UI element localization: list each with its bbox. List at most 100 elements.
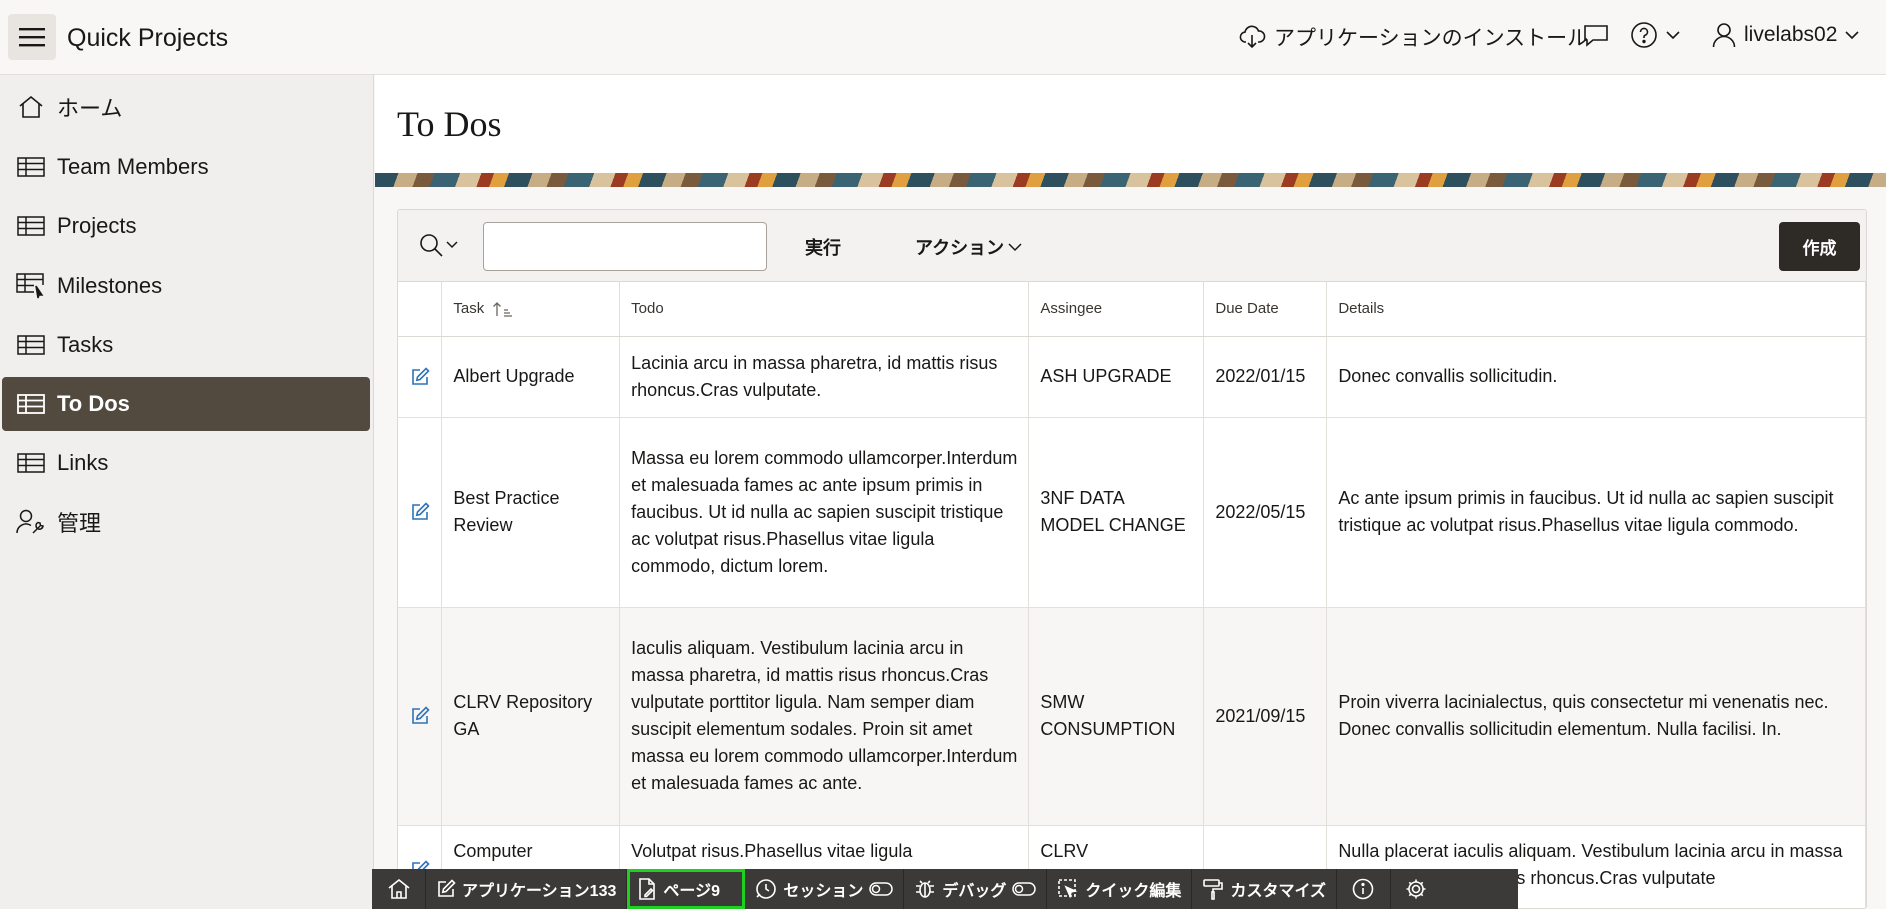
search-icon	[420, 234, 443, 257]
table-icon	[16, 214, 46, 238]
chevron-down-icon	[446, 241, 458, 249]
session-icon	[756, 879, 777, 899]
menu-toggle-button[interactable]	[8, 14, 56, 60]
dev-debug-label: デバッグ	[942, 883, 1007, 900]
decorative-banner	[375, 173, 1886, 187]
table-icon	[16, 155, 46, 179]
sidebar-item-label: 管理	[57, 511, 102, 536]
edit-icon[interactable]	[410, 502, 430, 522]
go-button[interactable]: 実行	[805, 234, 841, 260]
todo-cell: Lacinia arcu in massa pharetra, id matti…	[619, 336, 1030, 418]
dev-home-button[interactable]	[372, 869, 426, 909]
user-menu-button[interactable]: livelabs02	[1712, 22, 1859, 48]
info-icon	[1353, 878, 1374, 900]
sidebar-nav: ホーム Team Members Projects Milestones Tas…	[0, 75, 374, 909]
help-menu-button[interactable]	[1630, 21, 1680, 49]
details-cell: Proin viverra lacinialectus, quis consec…	[1326, 607, 1866, 826]
main-content: To Dos 実行 アクション 作成 Task Todo Assingee Du…	[375, 75, 1886, 909]
interactive-report: 実行 アクション 作成 Task Todo Assingee Due Date …	[397, 209, 1867, 909]
report-toolbar: 実行 アクション 作成	[398, 210, 1866, 282]
edit-icon[interactable]	[410, 366, 430, 387]
table-row: Best Practice Review Massa eu lorem comm…	[398, 417, 1866, 608]
sort-ascending-icon	[492, 301, 514, 317]
hamburger-icon	[19, 28, 45, 47]
table-header-row: Task Todo Assingee Due Date Details	[398, 282, 1866, 337]
edit-cell[interactable]	[398, 417, 443, 608]
sidebar-item-label: Milestones	[57, 273, 163, 298]
sidebar-item-label: To Dos	[57, 391, 130, 416]
bug-icon	[916, 880, 935, 898]
sidebar-item-tasks[interactable]: Tasks	[2, 318, 370, 372]
column-header-edit	[398, 282, 443, 337]
developer-toolbar: アプリケーション133 ページ9 セッション デバッグ クイック編集 カスタマイ…	[372, 869, 1518, 909]
table-icon	[16, 333, 46, 357]
edit-cell[interactable]	[398, 336, 443, 418]
assignee-cell: ASH UPGRADE	[1028, 336, 1205, 418]
sidebar-item-label: Team Members	[57, 154, 209, 179]
chat-icon	[1584, 25, 1608, 47]
assignee-cell: SMW CONSUMPTION	[1028, 607, 1205, 826]
table-row: Albert Upgrade Lacinia arcu in massa pha…	[398, 336, 1866, 418]
column-header-assignee[interactable]: Assingee	[1028, 282, 1205, 337]
user-name: livelabs02	[1744, 23, 1838, 46]
column-header-details[interactable]: Details	[1326, 282, 1866, 337]
sidebar-item-links[interactable]: Links	[2, 436, 370, 490]
column-header-task[interactable]: Task	[441, 282, 621, 337]
sidebar-item-home[interactable]: ホーム	[2, 80, 370, 134]
sidebar-item-team-members[interactable]: Team Members	[2, 140, 370, 194]
todo-cell: Iaculis aliquam. Vestibulum lacinia arcu…	[619, 607, 1030, 826]
task-cell: CLRV Repository GA	[441, 607, 621, 826]
sidebar-item-label: Projects	[57, 213, 137, 238]
actions-label: アクション	[915, 238, 1005, 258]
edit-icon	[438, 879, 456, 897]
dev-settings-button[interactable]	[1391, 869, 1441, 909]
dev-debug-button[interactable]: デバッグ	[904, 869, 1048, 909]
chevron-down-icon	[1008, 243, 1022, 252]
dev-quick-edit-button[interactable]: クイック編集	[1047, 869, 1193, 909]
cloud-download-icon	[1239, 25, 1266, 49]
actions-menu-button[interactable]: アクション	[915, 234, 1022, 260]
table-row: CLRV Repository GA Iaculis aliquam. Vest…	[398, 607, 1866, 826]
feedback-button[interactable]	[1582, 23, 1610, 47]
search-input[interactable]	[483, 222, 767, 271]
sidebar-item-label: ホーム	[57, 96, 123, 121]
column-header-todo[interactable]: Todo	[619, 282, 1030, 337]
sidebar-item-milestones[interactable]: Milestones	[2, 259, 370, 313]
todo-cell: Massa eu lorem commodo ullamcorper.Inter…	[619, 417, 1030, 608]
table-icon	[16, 451, 46, 475]
paint-roller-icon	[1203, 879, 1224, 900]
sidebar-item-to-dos[interactable]: To Dos	[2, 377, 370, 431]
home-icon	[16, 95, 46, 119]
dev-quick-edit-label: クイック編集	[1085, 883, 1182, 900]
dev-session-button[interactable]: セッション	[745, 869, 905, 909]
app-title[interactable]: Quick Projects	[67, 24, 228, 53]
install-app-label: アプリケーションのインストール	[1274, 27, 1589, 50]
create-button[interactable]: 作成	[1779, 222, 1860, 271]
due-date-cell: 2022/05/15	[1203, 417, 1328, 608]
column-header-due-date[interactable]: Due Date	[1203, 282, 1328, 337]
help-icon	[1631, 22, 1657, 48]
sidebar-item-label: Tasks	[57, 332, 114, 357]
cursor-select-icon	[1058, 879, 1078, 899]
search-column-selector[interactable]	[418, 232, 458, 258]
dev-customize-button[interactable]: カスタマイズ	[1192, 869, 1337, 909]
edit-cell[interactable]	[398, 607, 443, 826]
install-app-button[interactable]: アプリケーションのインストール	[1238, 22, 1588, 52]
home-icon	[388, 878, 409, 899]
page-title: To Dos	[397, 104, 502, 144]
dev-info-button[interactable]	[1337, 869, 1391, 909]
dev-page-button[interactable]: ページ9	[627, 869, 746, 909]
page-edit-icon	[639, 878, 656, 900]
assignee-cell: 3NF DATA MODEL CHANGE	[1028, 417, 1205, 608]
sidebar-item-projects[interactable]: Projects	[2, 199, 370, 253]
report-table: Task Todo Assingee Due Date Details Albe…	[398, 282, 1866, 908]
details-cell: Donec convallis sollicitudin.	[1326, 336, 1866, 418]
dev-page-label: ページ9	[663, 883, 720, 900]
edit-icon[interactable]	[410, 706, 430, 726]
admin-icon	[16, 509, 46, 534]
dev-application-button[interactable]: アプリケーション133	[426, 869, 628, 909]
sidebar-item-admin[interactable]: 管理	[2, 495, 370, 549]
gear-icon	[1406, 879, 1426, 899]
task-cell: Best Practice Review	[441, 417, 621, 608]
due-date-cell: 2022/01/15	[1203, 336, 1328, 418]
